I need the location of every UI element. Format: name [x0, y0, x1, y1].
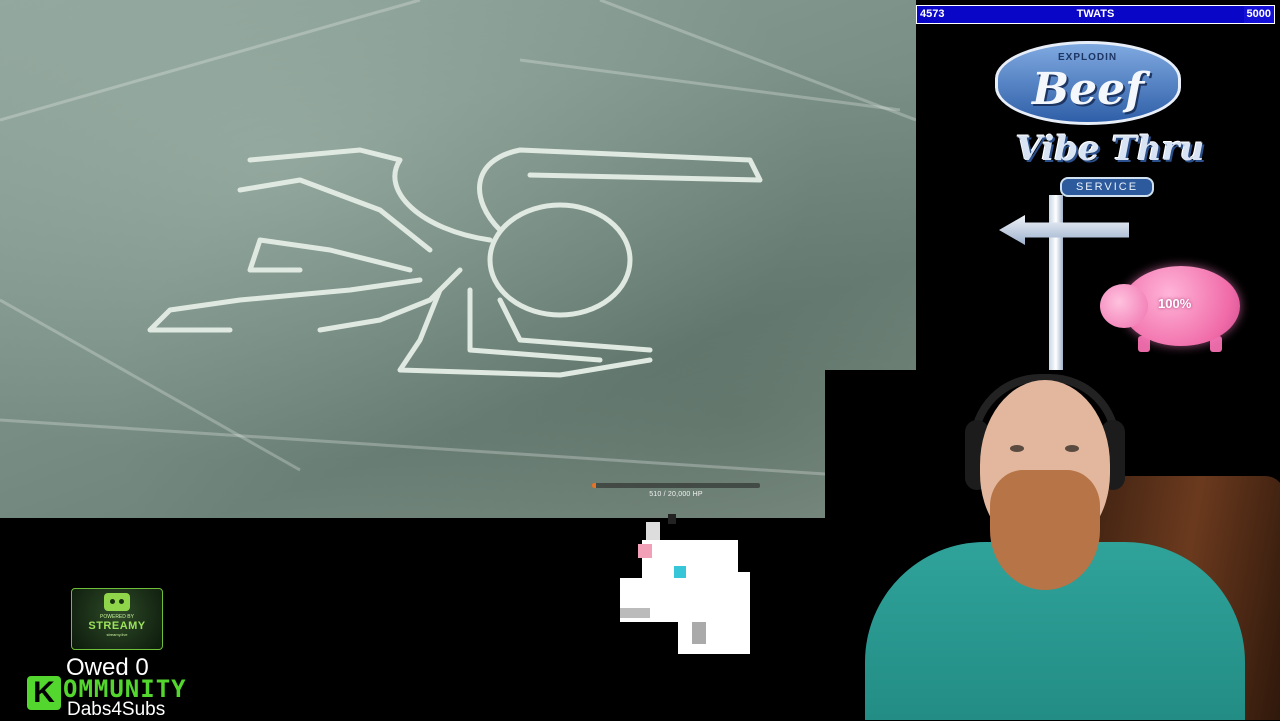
goal-target-value: 5000 [1246, 8, 1271, 20]
unicorn-sprite-icon [618, 512, 754, 654]
eye [1065, 445, 1079, 452]
streamy-url: streamy.live [106, 632, 128, 637]
streamy-brand: STREAMY [88, 620, 146, 632]
piggy-head [1100, 284, 1148, 328]
piggy-bank-widget: 100% [1098, 262, 1246, 354]
nazca-spider-geoglyph [0, 0, 916, 482]
dabs4subs-text: Dabs4Subs [67, 699, 166, 720]
goal-label: TWATS [1076, 8, 1115, 20]
streamy-badge: POWERED BY STREAMY streamy.live [71, 588, 163, 650]
goal-progress-bar: 4573 TWATS 5000 [916, 5, 1275, 24]
robot-icon [104, 593, 130, 611]
kommunity-k-icon: K [27, 676, 61, 710]
piggy-percent: 100% [1158, 296, 1192, 311]
webcam-feed [825, 370, 1280, 720]
streamer-beard [990, 470, 1100, 590]
logo-vibe-text: Vibe Thru [1015, 129, 1205, 169]
logo-beef-text: Beef [1031, 64, 1145, 115]
logo-service-text: SERVICE [1060, 177, 1154, 197]
logo-arrow-icon [999, 215, 1129, 245]
boss-health-widget: 510 / 20,000 HP [592, 483, 760, 501]
logo-explodin-text: EXPLODIN [1058, 52, 1118, 63]
game-view: 510 / 20,000 HP [0, 0, 916, 518]
boss-health-bar [592, 483, 760, 488]
kommunity-text: OMMUNITY [63, 675, 187, 703]
boss-health-text: 510 / 20,000 HP [649, 491, 703, 498]
eye [1010, 445, 1024, 452]
logo-pole [1049, 195, 1063, 375]
logo-beef-sign: EXPLODIN Beef [995, 41, 1181, 125]
boss-health-fill [592, 483, 597, 488]
